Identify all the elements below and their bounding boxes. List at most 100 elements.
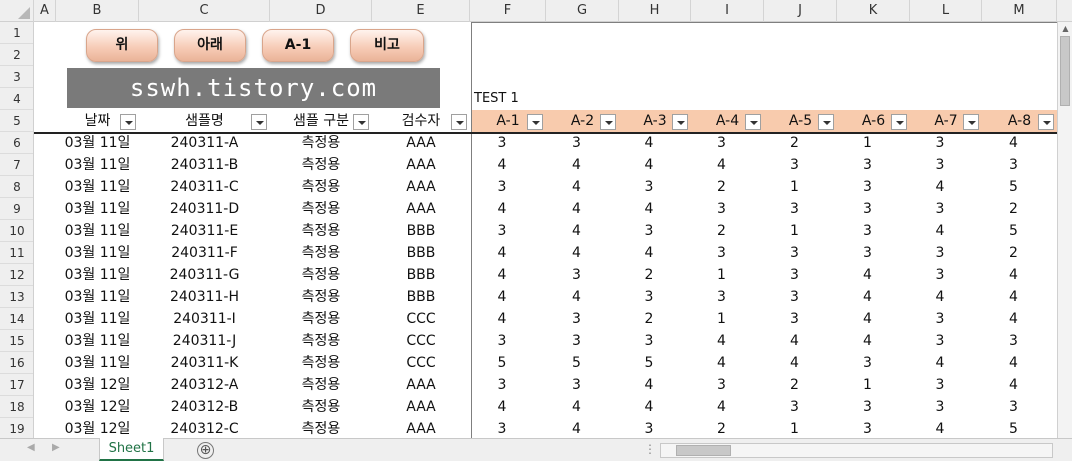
cell-value[interactable]: 3 [546, 330, 607, 352]
cell-value[interactable]: 5 [982, 176, 1045, 198]
filter-dropdown-icon[interactable] [527, 114, 543, 130]
column-header-f[interactable]: F [470, 0, 546, 22]
cell-category[interactable]: 측정용 [270, 374, 372, 396]
cell-date[interactable]: 03월 11일 [56, 220, 139, 242]
cell-inspector[interactable]: AAA [372, 132, 470, 154]
filter-dropdown-icon[interactable] [251, 114, 267, 130]
vertical-scrollbar[interactable]: ▲ [1057, 22, 1072, 438]
cell-value[interactable]: 4 [470, 198, 534, 220]
row-header-8[interactable]: 8 [0, 176, 33, 198]
cell-value[interactable]: 3 [619, 330, 679, 352]
prev-sheet-arrow-icon[interactable]: ◀ [27, 442, 35, 453]
cell-sample[interactable]: 240312-C [139, 418, 270, 438]
cell-value[interactable]: 4 [470, 308, 534, 330]
cell-inspector[interactable]: AAA [372, 418, 470, 438]
add-sheet-icon[interactable]: ⊕ [197, 442, 214, 459]
cell-date[interactable]: 03월 11일 [56, 330, 139, 352]
row-header-18[interactable]: 18 [0, 396, 33, 418]
cell-value[interactable]: 3 [691, 132, 752, 154]
filter-dropdown-icon[interactable] [745, 114, 761, 130]
cell-value[interactable]: 1 [764, 176, 825, 198]
row-header-2[interactable]: 2 [0, 44, 33, 66]
cell-value[interactable]: 1 [837, 374, 898, 396]
row-header-10[interactable]: 10 [0, 220, 33, 242]
cell-value[interactable]: 4 [619, 132, 679, 154]
cell-value[interactable]: 4 [982, 308, 1045, 330]
row-header-17[interactable]: 17 [0, 374, 33, 396]
column-header-e[interactable]: E [372, 0, 470, 22]
row-header-16[interactable]: 16 [0, 352, 33, 374]
cell-value[interactable]: 2 [691, 220, 752, 242]
cell-value[interactable]: 3 [691, 374, 752, 396]
cell-inspector[interactable]: AAA [372, 396, 470, 418]
cell-value[interactable]: 3 [619, 418, 679, 438]
select-all-button[interactable] [0, 0, 34, 22]
cell-category[interactable]: 측정용 [270, 330, 372, 352]
cell-date[interactable]: 03월 11일 [56, 286, 139, 308]
cell-sample[interactable]: 240311-J [139, 330, 270, 352]
cell-inspector[interactable]: CCC [372, 308, 470, 330]
cell-value[interactable]: 3 [691, 286, 752, 308]
cell-inspector[interactable]: BBB [372, 264, 470, 286]
cell-value[interactable]: 3 [764, 396, 825, 418]
cell-value[interactable]: 4 [764, 330, 825, 352]
cell-value[interactable]: 4 [470, 396, 534, 418]
cell-value[interactable]: 1 [691, 308, 752, 330]
cell-inspector[interactable]: BBB [372, 286, 470, 308]
cell-sample[interactable]: 240311-A [139, 132, 270, 154]
column-header-c[interactable]: C [139, 0, 270, 22]
column-header-m[interactable]: M [982, 0, 1057, 22]
cell-value[interactable]: 3 [837, 176, 898, 198]
cell-sample[interactable]: 240311-F [139, 242, 270, 264]
cell-category[interactable]: 측정용 [270, 154, 372, 176]
cell-value[interactable]: 5 [982, 220, 1045, 242]
next-sheet-arrow-icon[interactable]: ▶ [52, 442, 60, 453]
cell-sample[interactable]: 240311-K [139, 352, 270, 374]
cell-category[interactable]: 측정용 [270, 132, 372, 154]
column-header-h[interactable]: H [619, 0, 691, 22]
cell-date[interactable]: 03월 11일 [56, 308, 139, 330]
cell-value[interactable]: 4 [470, 242, 534, 264]
cell-value[interactable]: 2 [982, 198, 1045, 220]
cell-value[interactable]: 1 [691, 264, 752, 286]
column-header-l[interactable]: L [910, 0, 982, 22]
filter-dropdown-icon[interactable] [353, 114, 369, 130]
cell-value[interactable]: 1 [764, 418, 825, 438]
cell-category[interactable]: 측정용 [270, 308, 372, 330]
cell-value[interactable]: 4 [837, 286, 898, 308]
cell-date[interactable]: 03월 12일 [56, 374, 139, 396]
row-header-19[interactable]: 19 [0, 418, 33, 438]
a1-button[interactable]: A-1 [262, 29, 334, 62]
row-header-9[interactable]: 9 [0, 198, 33, 220]
cell-value[interactable]: 3 [982, 396, 1045, 418]
cell-value[interactable]: 5 [546, 352, 607, 374]
cell-inspector[interactable]: AAA [372, 154, 470, 176]
cell-date[interactable]: 03월 11일 [56, 154, 139, 176]
cell-value[interactable]: 4 [982, 352, 1045, 374]
cell-value[interactable]: 3 [546, 308, 607, 330]
cell-inspector[interactable]: AAA [372, 198, 470, 220]
cell-date[interactable]: 03월 11일 [56, 352, 139, 374]
row-header-14[interactable]: 14 [0, 308, 33, 330]
row-header-3[interactable]: 3 [0, 66, 33, 88]
cell-value[interactable]: 4 [691, 330, 752, 352]
cell-value[interactable]: 2 [764, 374, 825, 396]
cell-value[interactable]: 1 [764, 220, 825, 242]
cell-category[interactable]: 측정용 [270, 176, 372, 198]
cell-value[interactable]: 3 [837, 198, 898, 220]
cell-value[interactable]: 2 [982, 242, 1045, 264]
cell-value[interactable]: 3 [837, 352, 898, 374]
cell-value[interactable]: 3 [837, 220, 898, 242]
scroll-up-arrow-icon[interactable]: ▲ [1058, 24, 1072, 33]
cell-sample[interactable]: 240311-H [139, 286, 270, 308]
row-header-7[interactable]: 7 [0, 154, 33, 176]
cell-value[interactable]: 3 [546, 374, 607, 396]
cell-value[interactable]: 4 [619, 154, 679, 176]
filter-dropdown-icon[interactable] [818, 114, 834, 130]
horizontal-scrollbar[interactable] [660, 443, 1053, 458]
cell-value[interactable]: 5 [619, 352, 679, 374]
filter-dropdown-icon[interactable] [451, 114, 467, 130]
cell-sample[interactable]: 240311-B [139, 154, 270, 176]
sheet-tab-sheet1[interactable]: Sheet1 [99, 438, 164, 461]
cell-value[interactable]: 3 [837, 154, 898, 176]
